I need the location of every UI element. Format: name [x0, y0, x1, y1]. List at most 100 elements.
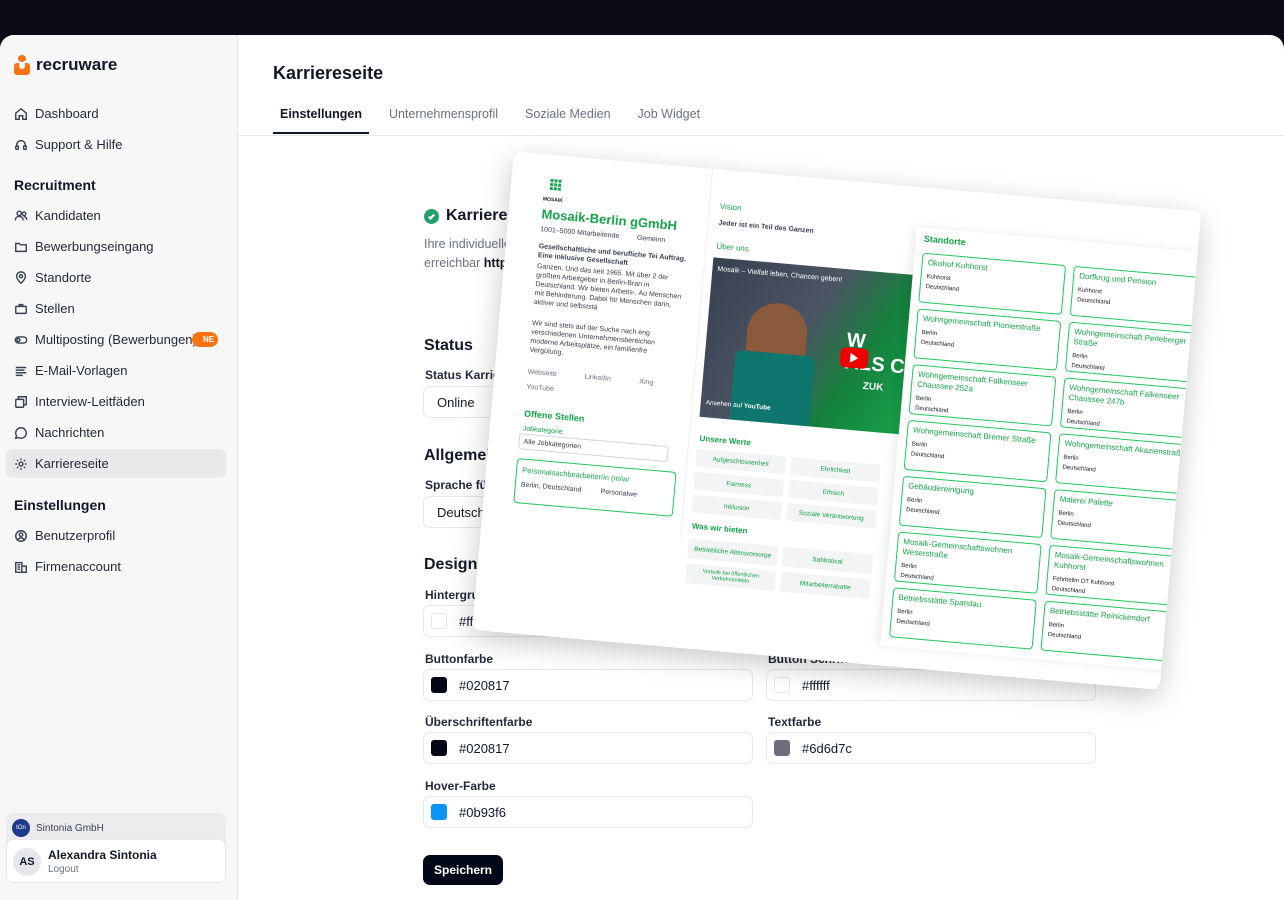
home-icon [14, 107, 28, 121]
page-title: Karriereseite [273, 63, 384, 83]
text-color-label: Textfarbe [768, 715, 822, 729]
button-color-label: Buttonfarbe [425, 652, 493, 666]
background-color-label: Hintergrundfarbe [425, 588, 524, 602]
status-select[interactable]: Online [423, 386, 753, 418]
app-logo[interactable]: recruware [14, 55, 117, 75]
sidebar-item-label: Support & Hilfe [35, 137, 123, 152]
sidebar-item-standorte[interactable]: Standorte [6, 263, 226, 292]
button-color-input[interactable]: #020817 [423, 669, 753, 701]
sidebar-item-label: Bewerbungseingang [35, 239, 154, 254]
color-swatch[interactable] [431, 740, 447, 756]
building-icon [14, 560, 28, 574]
language-label: Sprache für Karrie [425, 478, 530, 492]
tab-soziale-medien[interactable]: Soziale Medien [518, 100, 617, 134]
briefcase-icon [14, 302, 28, 316]
general-section-title: Allgemein [424, 447, 501, 464]
background-color-input[interactable]: #ffffff [423, 605, 753, 637]
company-name: Sintonia GmbH [36, 822, 104, 834]
sidebar-item-nachrichten[interactable]: Nachrichten [6, 418, 226, 447]
main-content: Karriereseite Einstellungen Unternehmens… [238, 35, 1284, 900]
sidebar-item-karriereseite[interactable]: Karriereseite [6, 449, 226, 478]
heading-color-input[interactable]: #020817 [423, 732, 753, 764]
career-site-status-banner: Karriereseite a [424, 207, 557, 225]
text-lines-icon [14, 364, 28, 378]
sidebar-item-label: Karriereseite [35, 456, 109, 471]
hover-color-label: Hover-Farbe [425, 779, 496, 793]
app-window: recruware Dashboard Support & Hilfe Recr… [0, 35, 1284, 900]
sidebar-item-label: Firmenaccount [35, 559, 121, 574]
gear-icon [14, 457, 28, 471]
sidebar-item-label: Nachrichten [35, 425, 105, 440]
user-gear-icon [14, 529, 28, 543]
design-section-title: Design [424, 556, 478, 573]
sidebar-item-benutzerprofil[interactable]: Benutzerprofil [6, 521, 226, 550]
status-label: Status Karriereseite [425, 368, 539, 382]
tab-divider [238, 135, 1284, 136]
user-name: Alexandra Sintonia [48, 848, 157, 862]
sidebar-item-label: Standorte [35, 270, 92, 285]
color-value: #ffffff [459, 613, 487, 629]
account-switcher[interactable]: tOn Sintonia GmbH AS Alexandra Sintonia … [6, 813, 226, 883]
sidebar-item-bewerbungseingang[interactable]: Bewerbungseingang [6, 232, 226, 261]
color-value: #0b93f6 [459, 804, 506, 820]
users-icon [14, 209, 28, 223]
color-swatch[interactable] [431, 677, 447, 693]
sidebar-item-kandidaten[interactable]: Kandidaten [6, 201, 226, 230]
button-text-color-input[interactable]: #ffffff [766, 669, 1096, 701]
status-desc-text: Ihre individuelle Karriere [424, 237, 559, 251]
sidebar-item-dashboard[interactable]: Dashboard [6, 99, 226, 128]
app-name: recruware [36, 55, 118, 74]
map-pin-icon [14, 270, 28, 285]
tab-einstellungen[interactable]: Einstellungen [273, 100, 369, 134]
sidebar-item-label: Dashboard [35, 106, 99, 121]
status-banner-title: Karriereseite a [446, 207, 558, 224]
tab-job-widget[interactable]: Job Widget [631, 100, 708, 134]
text-color-input[interactable]: #6d6d7c [766, 732, 1096, 764]
status-section-title: Status [424, 337, 473, 354]
recruware-logo-icon [14, 55, 30, 75]
toggle-icon [14, 333, 28, 347]
color-swatch[interactable] [431, 613, 447, 629]
career-site-url[interactable]: https://com [484, 256, 551, 270]
language-select[interactable]: Deutsch [423, 496, 753, 528]
copy-icon [14, 395, 28, 409]
color-value: #020817 [459, 677, 510, 693]
tab-unternehmensprofil[interactable]: Unternehmensprofil [382, 100, 505, 134]
headset-icon [14, 138, 28, 152]
folder-icon [14, 240, 28, 254]
sidebar-item-label: Stellen [35, 301, 75, 316]
sidebar-item-label: Kandidaten [35, 208, 101, 223]
avatar: AS [13, 848, 41, 876]
button-text-color-label: Button Schriftfarbe [768, 652, 878, 666]
new-badge: NE [192, 332, 218, 347]
chat-icon [14, 426, 28, 440]
recruitment-section-title: Recruitment [14, 177, 96, 193]
sidebar-item-email-vorlagen[interactable]: E-Mail-Vorlagen [6, 356, 226, 385]
settings-section-title: Einstellungen [14, 497, 106, 513]
sidebar-item-label: E-Mail-Vorlagen [35, 363, 128, 378]
sidebar-item-stellen[interactable]: Stellen [6, 294, 226, 323]
color-value: #020817 [459, 740, 510, 756]
company-logo: tOn [12, 819, 30, 837]
status-banner-desc: Ihre individuelle Karriere erreichbar ht… [424, 235, 564, 273]
status-desc-text-2: erreichbar [424, 256, 481, 270]
company-row[interactable]: tOn Sintonia GmbH [12, 819, 104, 837]
sidebar: recruware Dashboard Support & Hilfe Recr… [0, 35, 238, 900]
color-swatch[interactable] [774, 677, 790, 693]
sidebar-item-label: Benutzerprofil [35, 528, 116, 543]
sidebar-item-interview-leitfaeden[interactable]: Interview-Leitfäden [6, 387, 226, 416]
sidebar-item-label: Interview-Leitfäden [35, 394, 145, 409]
heading-color-label: Überschriftenfarbe [425, 715, 533, 729]
check-circle-icon [424, 208, 439, 224]
save-button[interactable]: Speichern [423, 855, 503, 885]
color-swatch[interactable] [774, 740, 790, 756]
sidebar-item-firmenaccount[interactable]: Firmenaccount [6, 552, 226, 581]
user-card[interactable]: AS Alexandra Sintonia Logout [6, 839, 226, 883]
color-value: #6d6d7c [802, 740, 852, 756]
logout-link[interactable]: Logout [48, 864, 79, 875]
tab-bar: Einstellungen Unternehmensprofil Soziale… [273, 100, 720, 134]
hover-color-input[interactable]: #0b93f6 [423, 796, 753, 828]
color-swatch[interactable] [431, 804, 447, 820]
sidebar-item-label: Multiposting (Bewerbungen) [35, 332, 197, 347]
sidebar-item-support[interactable]: Support & Hilfe [6, 130, 226, 159]
